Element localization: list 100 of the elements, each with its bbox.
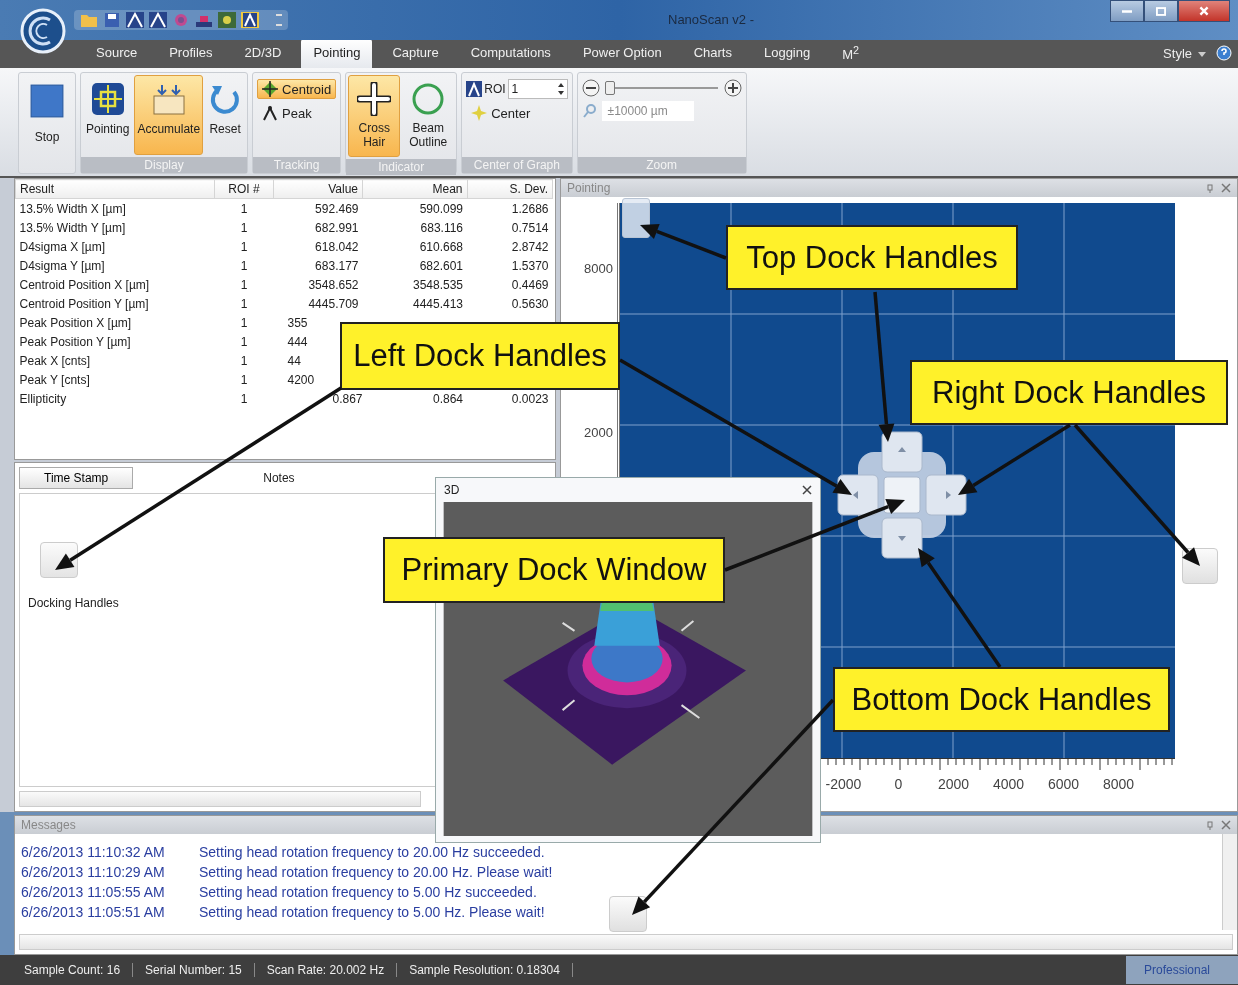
column-header[interactable]: S. Dev. (467, 179, 553, 199)
table-cell: 0.7514 (511, 220, 549, 235)
ribbon-button[interactable]: Peak (257, 103, 337, 123)
table-cell: Centroid Position X [µm] (19, 277, 150, 292)
table-cell: 3548.535 (412, 277, 464, 292)
axis-label: 8000 (584, 261, 613, 276)
table-cell: 682.991 (315, 220, 359, 235)
ribbon-tab[interactable]: Source (84, 38, 150, 68)
status-item: Serial Number: 15 (133, 963, 255, 977)
group-title: Zoom (577, 157, 746, 173)
docking-label: Docking Handles (28, 596, 120, 610)
table-cell: 0.4469 (511, 277, 549, 292)
table-cell: Peak Y [cnts] (19, 372, 90, 387)
status-item: Scan Rate: 20.002 Hz (254, 963, 398, 977)
ribbon-button[interactable]: Reset (205, 75, 246, 155)
message-text: Setting head rotation frequency to 5.00 Hz. Please wait! (199, 903, 545, 922)
panel-title: Messages (21, 818, 76, 832)
roi-label: ROI (484, 82, 506, 96)
table-cell: 682.601 (419, 258, 464, 273)
axis-label: 4000 (991, 776, 1026, 792)
table-cell: 1 (240, 372, 248, 387)
edition-label: Professional (1125, 956, 1238, 984)
callout-label: Left Dock Handles (340, 322, 620, 390)
ribbon-button[interactable]: Beam Outline (402, 75, 455, 157)
callout-label: Primary Dock Window (383, 537, 725, 603)
table-cell: 683.116 (420, 220, 464, 235)
table-cell: 592.469 (315, 201, 359, 216)
table-cell: 0.864 (433, 391, 464, 406)
ribbon-button[interactable]: Centroid (257, 79, 337, 99)
callout-label: Bottom Dock Handles (833, 667, 1170, 732)
table-cell: 4445.413 (412, 296, 464, 311)
table-cell: 3548.652 (308, 277, 359, 292)
table-cell: 1 (240, 277, 248, 292)
table-cell: 1.5370 (511, 258, 549, 273)
ribbon-tab[interactable]: Computations (458, 38, 563, 68)
table-cell: 0.5630 (511, 296, 549, 311)
table-cell: Peak Position Y [µm] (19, 334, 131, 349)
center-button[interactable]: Center (466, 103, 568, 123)
table-cell: 1 (240, 258, 248, 273)
ribbon-tab[interactable]: Power Option (570, 38, 674, 68)
table-cell: 1 (240, 334, 248, 349)
ribbon-tab[interactable]: Pointing (301, 38, 373, 68)
table-cell: 618.042 (315, 239, 359, 254)
ribbon-button[interactable]: Cross Hair (348, 75, 401, 157)
table-cell: 1 (240, 391, 248, 406)
message-text: Setting head rotation frequency to 5.00 Hz succeeded. (199, 883, 537, 902)
table-cell: 4445.709 (308, 296, 359, 311)
table-cell: Peak X [cnts] (19, 353, 91, 368)
window-title: NanoScan v2 - (668, 12, 754, 27)
table-cell: 1 (240, 201, 248, 216)
ribbon-tab[interactable]: Logging (751, 38, 823, 68)
panel-title: Pointing (567, 181, 611, 195)
callout-label: Right Dock Handles (910, 360, 1228, 425)
message-time: 6/26/2013 11:10:32 AM (21, 843, 166, 862)
table-cell: 0.0023 (511, 391, 549, 406)
message-time: 6/26/2013 11:05:51 AM (21, 903, 166, 922)
axis-label: 2000 (584, 425, 613, 440)
group-title: Indicator (346, 158, 457, 175)
zoom-field[interactable]: ±10000 µm (601, 101, 694, 121)
table-cell: 44 (287, 353, 301, 368)
table-cell: 590.099 (419, 201, 464, 216)
ribbon-tab[interactable]: Profiles (157, 38, 225, 68)
axis-label: 6000 (1046, 776, 1081, 792)
table-cell: 1 (240, 353, 248, 368)
ribbon-tab[interactable]: M$^{2}$ (830, 38, 872, 68)
message-time: 6/26/2013 11:10:29 AM (21, 863, 166, 882)
style-menu[interactable]: Style (1157, 45, 1212, 68)
ribbon-button[interactable]: Accumulate (134, 75, 204, 155)
roi-spinner[interactable]: 1 (507, 79, 568, 99)
message-text: Setting head rotation frequency to 20.00 Hz. Please wait! (199, 863, 553, 882)
axis-label: 0 (893, 776, 904, 792)
column-header[interactable]: Time Stamp (19, 467, 134, 489)
ribbon-tab[interactable]: Capture (380, 38, 451, 68)
window-title: 3D (444, 483, 460, 497)
ribbon-tab[interactable]: 2D/3D (232, 38, 294, 68)
table-cell: 13.5% Width Y [µm] (19, 220, 126, 235)
column-header[interactable]: ROI # (214, 179, 274, 199)
message-time: 6/26/2013 11:05:55 AM (21, 883, 166, 902)
column-header[interactable]: Notes (263, 471, 295, 485)
table-cell: 610.668 (419, 239, 464, 254)
column-header[interactable]: Mean (362, 179, 468, 199)
table-cell: 0.867 (332, 391, 363, 406)
table-cell: 355 (287, 315, 308, 330)
table-cell: Centroid Position Y [µm] (19, 296, 149, 311)
table-cell: 4200 (287, 372, 315, 387)
table-cell: D4sigma X [µm] (19, 239, 106, 254)
table-cell: 1 (240, 296, 248, 311)
group-title: Tracking (253, 157, 341, 173)
stop-button[interactable]: Stop (19, 73, 75, 173)
group-title: Display (81, 157, 248, 173)
message-text: Setting head rotation frequency to 20.00 Hz succeeded. (199, 843, 545, 862)
ribbon-button[interactable]: Pointing (83, 75, 133, 155)
table-cell: 444 (287, 334, 308, 349)
column-header[interactable]: Result (15, 179, 215, 199)
axis-label: 2000 (936, 776, 971, 792)
table-cell: 1 (240, 315, 248, 330)
table-cell: 1.2686 (511, 201, 549, 216)
column-header[interactable]: Value (273, 179, 363, 199)
axis-label: 8000 (1101, 776, 1136, 792)
ribbon-tab[interactable]: Charts (681, 38, 744, 68)
